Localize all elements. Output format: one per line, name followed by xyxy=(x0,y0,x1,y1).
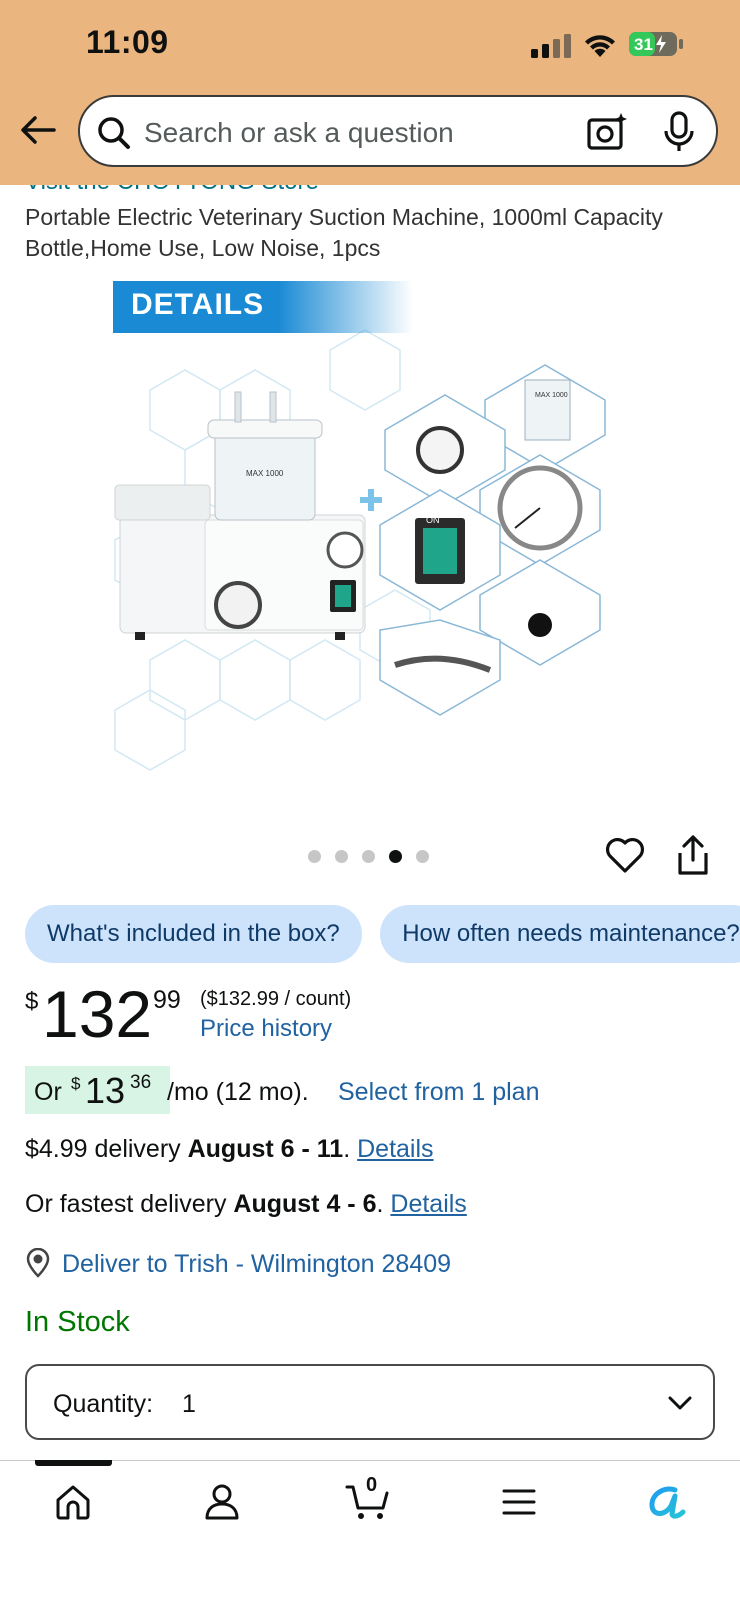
svg-text:31: 31 xyxy=(634,35,653,54)
carousel-dot[interactable] xyxy=(362,850,375,863)
status-bar: 11:09 31 xyxy=(0,0,740,90)
search-icon xyxy=(98,117,130,149)
carousel-dot[interactable] xyxy=(308,850,321,863)
image-carousel-dots[interactable] xyxy=(308,850,429,864)
carousel-dot-active[interactable] xyxy=(389,850,402,863)
location-pin-icon xyxy=(26,1248,50,1278)
chip-whats-included[interactable]: What's included in the box? xyxy=(25,905,362,963)
installment-symbol: $ xyxy=(71,1074,81,1093)
unit-price: ($132.99 / count) xyxy=(200,988,352,1010)
installment-terms: /mo (12 mo). xyxy=(167,1078,309,1106)
camera-search-icon[interactable] xyxy=(586,111,628,153)
search-row: Search or ask a question xyxy=(0,92,740,170)
rufus-icon xyxy=(649,1486,686,1519)
fastest-delivery-details-link[interactable]: Details xyxy=(390,1190,466,1218)
image-details-label: DETAILS xyxy=(131,288,265,321)
heart-icon[interactable] xyxy=(605,836,645,874)
search-placeholder: Search or ask a question xyxy=(144,117,454,148)
price-whole: 132 xyxy=(42,977,153,1051)
price-fraction: 99 xyxy=(153,986,181,1014)
svg-text:MAX 1000: MAX 1000 xyxy=(246,469,284,478)
carousel-dot[interactable] xyxy=(335,850,348,863)
battery-charging-icon: 31 xyxy=(629,32,683,56)
nav-rufus[interactable] xyxy=(642,1478,690,1526)
nav-cart[interactable]: 0 xyxy=(344,1474,392,1526)
deliver-to-text[interactable]: Deliver to Trish - Wilmington 28409 xyxy=(62,1250,451,1279)
quantity-label: Quantity: xyxy=(53,1390,154,1418)
installment-fraction: 36 xyxy=(130,1072,152,1093)
installment-or: Or xyxy=(34,1078,62,1106)
quantity-select[interactable]: Quantity: 1 xyxy=(25,1364,715,1440)
home-icon xyxy=(56,1485,90,1520)
nav-home[interactable] xyxy=(49,1478,97,1526)
svg-text:ON: ON xyxy=(426,515,440,525)
nav-account[interactable] xyxy=(198,1478,246,1526)
product-image[interactable]: MAX 1000 MAX 1000 ON xyxy=(110,280,630,780)
account-icon xyxy=(205,1484,239,1520)
standard-delivery: $4.99 delivery August 6 - 11. Details xyxy=(25,1135,434,1163)
quantity-value: 1 xyxy=(182,1390,196,1418)
product-title: Portable Electric Veterinary Suction Mac… xyxy=(25,204,663,261)
cart-count: 0 xyxy=(366,1474,378,1496)
active-tab-indicator xyxy=(35,1460,112,1466)
search-input[interactable]: Search or ask a question xyxy=(78,95,718,167)
cellular-signal-icon xyxy=(531,34,571,58)
app-header: 11:09 31 Search or ask a question xyxy=(0,0,740,185)
fastest-delivery-prefix: Or fastest delivery xyxy=(25,1190,227,1218)
status-time: 11:09 xyxy=(86,24,169,60)
chevron-down-icon xyxy=(668,1396,692,1410)
fastest-delivery: Or fastest delivery August 4 - 6. Detail… xyxy=(25,1190,467,1218)
standard-delivery-details-link[interactable]: Details xyxy=(357,1135,433,1163)
svg-text:MAX 1000: MAX 1000 xyxy=(535,392,568,399)
fastest-delivery-date: August 4 - 6 xyxy=(233,1190,377,1218)
standard-delivery-date: August 6 - 11 xyxy=(187,1135,344,1163)
share-icon[interactable] xyxy=(676,834,710,876)
stock-status: In Stock xyxy=(25,1306,130,1338)
carousel-dot[interactable] xyxy=(416,850,429,863)
select-plan-link[interactable]: Select from 1 plan xyxy=(338,1078,540,1107)
back-button[interactable] xyxy=(18,110,58,150)
wifi-icon xyxy=(585,35,615,57)
installment-offer: Or $ 13 36 /mo (12 mo). Select from 1 pl… xyxy=(25,1066,725,1116)
menu-icon xyxy=(502,1489,536,1515)
question-chips: What's included in the box? How often ne… xyxy=(25,905,740,963)
chip-maintenance[interactable]: How often needs maintenance? xyxy=(380,905,740,963)
installment-whole: 13 xyxy=(85,1070,126,1111)
microphone-icon[interactable] xyxy=(662,111,696,153)
back-arrow-icon xyxy=(21,116,56,144)
nav-menu[interactable] xyxy=(495,1478,543,1526)
standard-delivery-prefix: $4.99 delivery xyxy=(25,1135,181,1163)
price-history-link[interactable]: Price history xyxy=(200,1015,332,1043)
price-symbol: $ xyxy=(25,988,39,1015)
